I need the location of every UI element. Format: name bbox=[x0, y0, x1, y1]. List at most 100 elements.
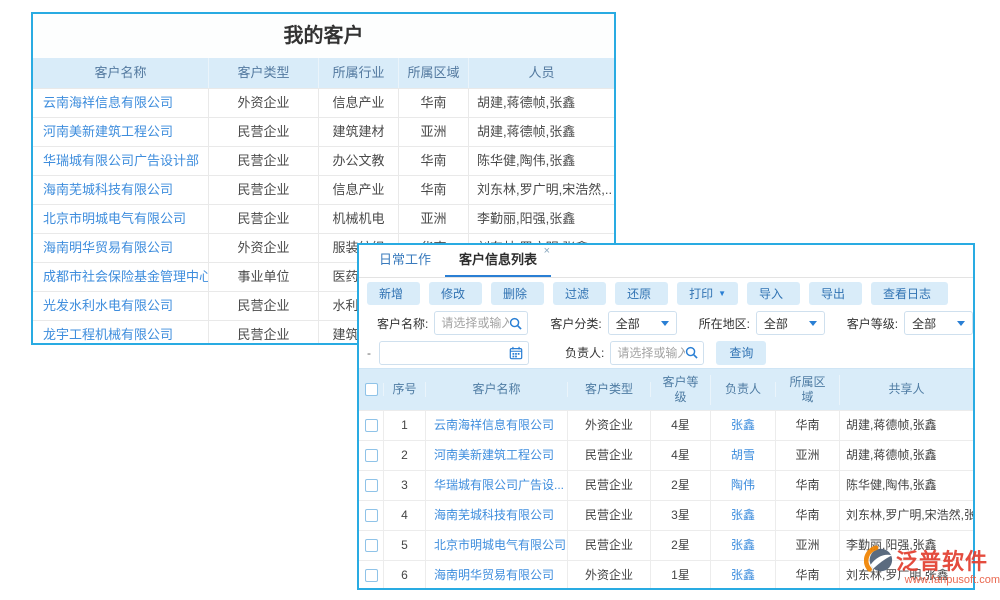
owner-link[interactable]: 张鑫 bbox=[711, 501, 776, 530]
customer-name-link[interactable]: 云南海祥信息有限公司 bbox=[426, 411, 568, 440]
close-icon[interactable]: × bbox=[544, 246, 550, 257]
toolbar-button[interactable]: 导出 bbox=[809, 282, 862, 305]
district-select[interactable]: 全部 bbox=[756, 311, 825, 335]
table-row: 1 云南海祥信息有限公司 外资企业 4星 张鑫 华南 胡建,蒋德帧,张鑫 bbox=[359, 410, 973, 440]
customer-type-cell: 民营企业 bbox=[209, 118, 319, 146]
customer-name-link[interactable]: 海南明华贸易有限公司 bbox=[33, 234, 209, 262]
toolbar-button-label: 新增 bbox=[379, 285, 403, 302]
toolbar-button-label: 还原 bbox=[627, 285, 651, 302]
toolbar-button[interactable]: 还原 bbox=[615, 282, 668, 305]
customer-name-link[interactable]: 华瑞城有限公司广告设... bbox=[426, 471, 568, 500]
customer-type-cell: 外资企业 bbox=[209, 89, 319, 117]
customer-name-link[interactable]: 海南明华贸易有限公司 bbox=[426, 561, 568, 590]
owner-link[interactable]: 张鑫 bbox=[711, 531, 776, 560]
index-cell: 6 bbox=[384, 561, 426, 590]
owner-link[interactable]: 张鑫 bbox=[711, 411, 776, 440]
customer-type-cell: 民营企业 bbox=[568, 501, 651, 530]
share-cell: 刘东林,罗广明,宋浩然,张鑫 bbox=[840, 501, 973, 530]
customer-type-cell: 民营企业 bbox=[568, 531, 651, 560]
select-value: 全部 bbox=[912, 315, 936, 332]
region-cell: 华南 bbox=[776, 561, 840, 590]
search-icon[interactable] bbox=[509, 317, 522, 330]
row-checkbox[interactable] bbox=[365, 419, 378, 432]
industry-cell: 办公文教 bbox=[319, 147, 399, 175]
grade-cell: 2星 bbox=[651, 531, 711, 560]
tab-bar: 日常工作 客户信息列表 × bbox=[359, 245, 973, 278]
column-header-type: 客户类型 bbox=[568, 382, 651, 397]
customer-name-link[interactable]: 光发水利水电有限公司 bbox=[33, 292, 209, 320]
owner-input[interactable] bbox=[611, 343, 685, 363]
customer-name-label: 客户名称: bbox=[377, 315, 428, 332]
table-row: 北京市明城电气有限公司 民营企业 机械机电 亚洲 李勤丽,阳强,张鑫 bbox=[33, 204, 614, 233]
table-row: 4 海南芜城科技有限公司 民营企业 3星 张鑫 华南 刘东林,罗广明,宋浩然,张… bbox=[359, 500, 973, 530]
select-value: 全部 bbox=[764, 315, 788, 332]
customer-name-link[interactable]: 华瑞城有限公司广告设计部 bbox=[33, 147, 209, 175]
toolbar-button[interactable]: 新增 bbox=[367, 282, 420, 305]
customer-name-link[interactable]: 云南海祥信息有限公司 bbox=[33, 89, 209, 117]
column-header-share: 共享人 bbox=[840, 382, 973, 397]
owner-link[interactable]: 陶伟 bbox=[711, 471, 776, 500]
customer-type-cell: 外资企业 bbox=[209, 234, 319, 262]
customer-type-cell: 民营企业 bbox=[568, 471, 651, 500]
row-checkbox[interactable] bbox=[365, 509, 378, 522]
fanpu-logo-icon bbox=[864, 545, 894, 575]
column-header-grade: 客户等级 bbox=[651, 375, 711, 405]
customer-name-link[interactable]: 河南美新建筑工程公司 bbox=[426, 441, 568, 470]
column-header-type: 客户类型 bbox=[209, 58, 319, 88]
chevron-down-icon bbox=[661, 321, 669, 326]
date-input[interactable] bbox=[380, 343, 509, 363]
toolbar-button-label: 导出 bbox=[821, 285, 845, 302]
index-cell: 4 bbox=[384, 501, 426, 530]
staff-cell: 陈华健,陶伟,张鑫 bbox=[469, 147, 614, 175]
staff-cell: 胡建,蒋德帧,张鑫 bbox=[469, 118, 614, 146]
region-cell: 亚洲 bbox=[776, 441, 840, 470]
share-cell: 陈华健,陶伟,张鑫 bbox=[840, 471, 973, 500]
customer-name-link[interactable]: 成都市社会保险基金管理中心 bbox=[33, 263, 209, 291]
chevron-down-icon bbox=[809, 321, 817, 326]
row-checkbox[interactable] bbox=[365, 539, 378, 552]
row-checkbox[interactable] bbox=[365, 479, 378, 492]
chevron-down-icon bbox=[957, 321, 965, 326]
customer-name-link[interactable]: 海南芜城科技有限公司 bbox=[33, 176, 209, 204]
table-row: 2 河南美新建筑工程公司 民营企业 4星 胡雪 亚洲 胡建,蒋德帧,张鑫 bbox=[359, 440, 973, 470]
owner-label: 负责人: bbox=[565, 344, 604, 361]
query-button[interactable]: 查询 bbox=[716, 341, 766, 365]
owner-link[interactable]: 胡雪 bbox=[711, 441, 776, 470]
customer-name-link[interactable]: 北京市明城电气有限公司 bbox=[33, 205, 209, 233]
toolbar-button[interactable]: 修改 bbox=[429, 282, 482, 305]
select-all-checkbox[interactable] bbox=[365, 383, 378, 396]
industry-cell: 机械机电 bbox=[319, 205, 399, 233]
tab-label: 客户信息列表 bbox=[459, 252, 537, 267]
customer-name-input[interactable] bbox=[435, 313, 509, 333]
toolbar-button[interactable]: 导入 bbox=[747, 282, 800, 305]
date-range-separator: - bbox=[367, 346, 371, 360]
row-checkbox[interactable] bbox=[365, 569, 378, 582]
table-row: 河南美新建筑工程公司 民营企业 建筑建材 亚洲 胡建,蒋德帧,张鑫 bbox=[33, 117, 614, 146]
index-cell: 5 bbox=[384, 531, 426, 560]
customer-type-cell: 民营企业 bbox=[209, 321, 319, 345]
customer-grade-select[interactable]: 全部 bbox=[904, 311, 973, 335]
toolbar-button[interactable]: 过滤 bbox=[553, 282, 606, 305]
toolbar-button-label: 导入 bbox=[759, 285, 783, 302]
row-checkbox[interactable] bbox=[365, 449, 378, 462]
column-header-owner: 负责人 bbox=[711, 382, 776, 397]
customer-name-link[interactable]: 龙宇工程机械有限公司 bbox=[33, 321, 209, 345]
tab-customer-info-list[interactable]: 客户信息列表 × bbox=[445, 245, 551, 277]
tab-daily-work[interactable]: 日常工作 bbox=[365, 245, 445, 277]
calendar-icon[interactable] bbox=[509, 346, 523, 360]
search-icon[interactable] bbox=[685, 346, 698, 359]
vendor-name: 泛普软件 bbox=[896, 544, 988, 576]
region-cell: 华南 bbox=[776, 471, 840, 500]
page-title: 我的客户 bbox=[33, 14, 614, 58]
toolbar-button[interactable]: 查看日志 bbox=[871, 282, 948, 305]
customer-name-link[interactable]: 北京市明城电气有限公司 bbox=[426, 531, 568, 560]
column-header-index: 序号 bbox=[384, 382, 426, 397]
customer-category-select[interactable]: 全部 bbox=[608, 311, 677, 335]
industry-cell: 信息产业 bbox=[319, 89, 399, 117]
toolbar-button[interactable]: 打印 ▼ bbox=[677, 282, 738, 305]
toolbar-button[interactable]: 删除 bbox=[491, 282, 544, 305]
owner-link[interactable]: 张鑫 bbox=[711, 561, 776, 590]
toolbar: 新增 修改 删除 过滤 还原 bbox=[359, 278, 973, 309]
customer-name-link[interactable]: 河南美新建筑工程公司 bbox=[33, 118, 209, 146]
customer-name-link[interactable]: 海南芜城科技有限公司 bbox=[426, 501, 568, 530]
